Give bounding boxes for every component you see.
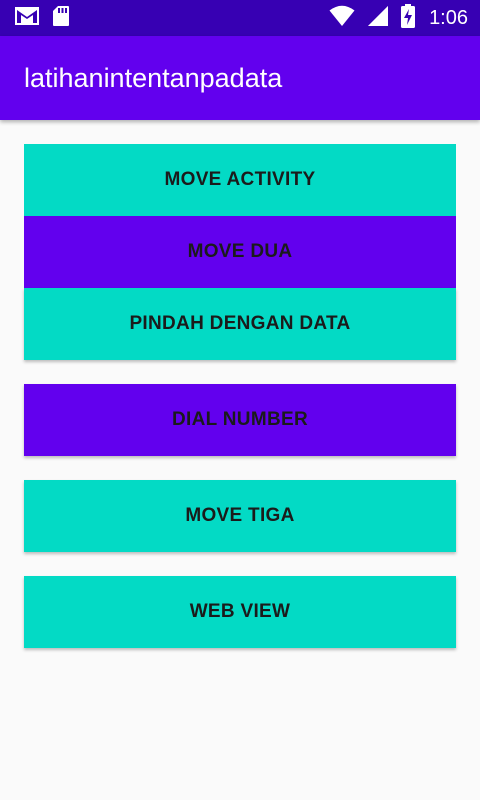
move-tiga-button[interactable]: MOVE TIGA [24, 480, 456, 552]
app-title: latihanintentanpadata [24, 62, 283, 93]
web-view-button[interactable]: WEB VIEW [24, 576, 456, 648]
sd-card-icon [52, 5, 70, 32]
wifi-icon [329, 5, 355, 32]
status-time: 1:06 [429, 6, 468, 29]
battery-charging-icon [401, 3, 416, 33]
move-activity-button[interactable]: MOVE ACTIVITY [24, 144, 456, 216]
signal-icon [367, 5, 389, 32]
app-bar: latihanintentanpadata [0, 36, 480, 120]
move-dua-button[interactable]: MOVE DUA [24, 216, 456, 288]
dial-number-button[interactable]: DIAL NUMBER [24, 384, 456, 456]
status-bar: 1:06 [0, 0, 480, 36]
gmail-icon [14, 6, 40, 31]
pindah-dengan-data-button[interactable]: PINDAH DENGAN DATA [24, 288, 456, 360]
